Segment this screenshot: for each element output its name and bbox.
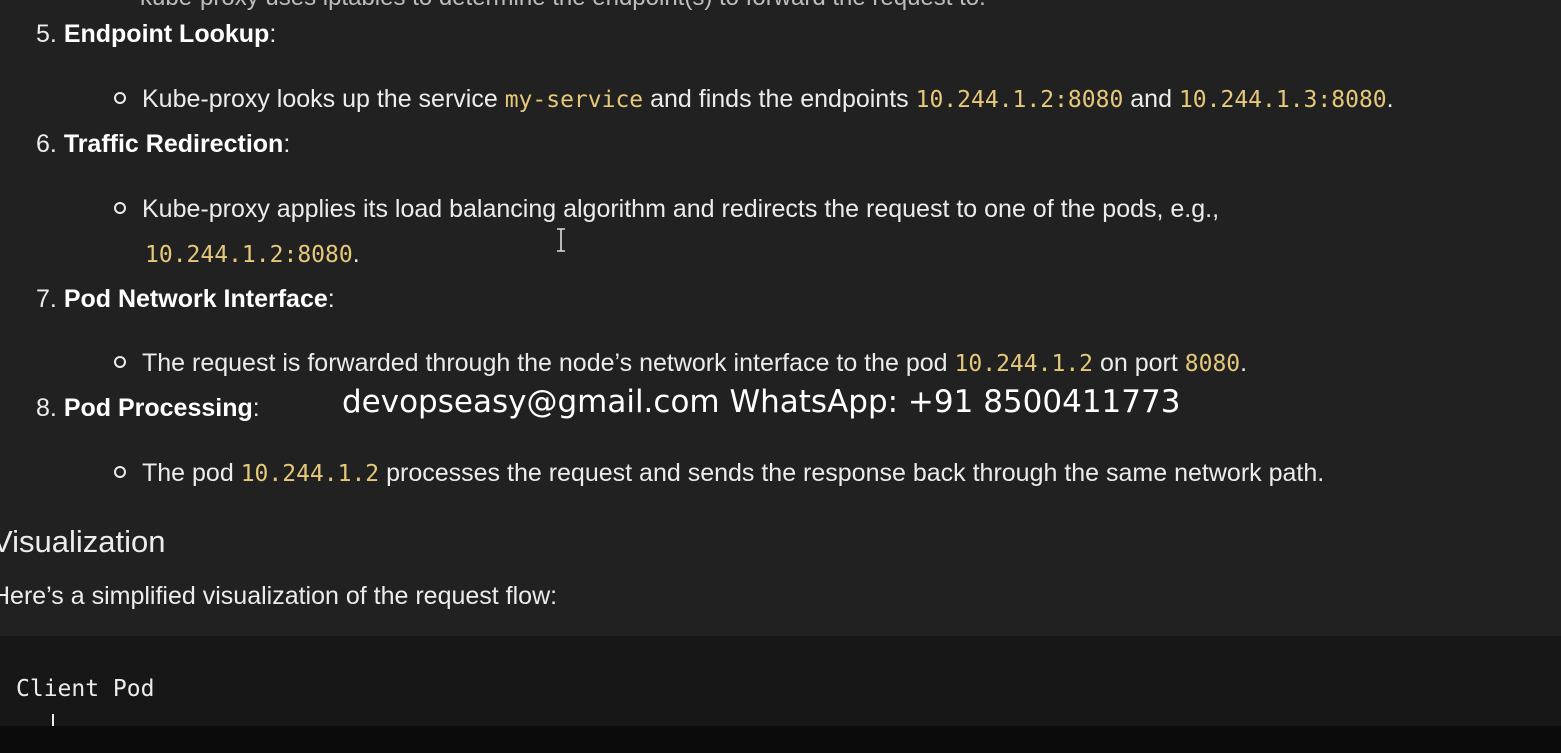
bullet-text: Kube-proxy looks up the service [142,85,505,113]
bullet-pod-network-interface: The request is forwarded through the nod… [114,349,1247,378]
bullet-circle-icon [114,202,126,215]
step-title: Endpoint Lookup [63,20,270,48]
section-intro-text: Here’s a simplified visualization of the… [0,582,558,610]
step-pod-network-interface: 7. Pod Network Interface: [36,285,335,314]
bullet-text: Kube-proxy applies its load balancing al… [142,195,1220,223]
step-title: Pod Processing [63,394,253,422]
chat-response-viewport: kube-proxy uses iptables to determine th… [0,0,1561,753]
section-heading: Visualization [0,524,166,559]
bullet-circle-icon [114,466,126,479]
step-title: Traffic Redirection [63,130,284,158]
bullet-continuation: 10.244.1.2:8080. [145,240,360,269]
code-block[interactable]: Client Pod [0,636,1561,728]
step-suffix: : [269,20,277,48]
bullet-text: . [1386,85,1394,113]
bullet-text: and [1123,85,1179,113]
step-title: Pod Network Interface [63,285,328,313]
bottom-bar [0,726,1561,753]
bullet-endpoint-lookup: Kube-proxy looks up the service my-servi… [114,85,1394,114]
step-pod-processing: 8. Pod Processing: [36,394,260,423]
bullet-traffic-redirection: Kube-proxy applies its load balancing al… [114,195,1219,224]
inline-code: 10.244.1.2 [954,351,1094,377]
code-line: Client Pod [16,676,155,702]
inline-code: 10.244.1.2:8080 [915,87,1124,113]
bullet-text: . [352,240,360,268]
step-suffix: : [283,130,291,158]
bullet-text: on port [1093,349,1185,377]
bullet-text: The request is forwarded through the nod… [142,349,955,377]
inline-code: my-service [504,87,644,113]
text-cursor-icon [557,228,565,252]
bullet-text: The pod [142,459,241,487]
bullet-pod-processing: The pod 10.244.1.2 processes the request… [114,459,1324,488]
contact-watermark: devopseasy@gmail.com WhatsApp: +91 85004… [342,384,1181,420]
inline-code: 8080 [1184,351,1241,377]
step-number: 6. [36,130,57,158]
bullet-text: processes the request and sends the resp… [379,459,1325,487]
inline-code: 10.244.1.2:8080 [145,242,353,268]
inline-code: 10.244.1.3:8080 [1178,87,1387,113]
bullet-text: . [1240,349,1248,377]
step-endpoint-lookup: 5. Endpoint Lookup: [36,20,276,49]
step-number: 5. [36,20,57,48]
bullet-text: and finds the endpoints [643,85,916,113]
inline-code: 10.244.1.2 [240,461,380,487]
bullet-circle-icon [114,356,126,369]
step-suffix: : [252,394,260,422]
step-number: 8. [36,394,57,422]
bullet-circle-icon [114,92,126,105]
step-number: 7. [36,285,57,313]
step-suffix: : [327,285,335,313]
cutoff-text-line: kube-proxy uses iptables to determine th… [140,0,986,12]
step-traffic-redirection: 6. Traffic Redirection: [36,130,290,159]
